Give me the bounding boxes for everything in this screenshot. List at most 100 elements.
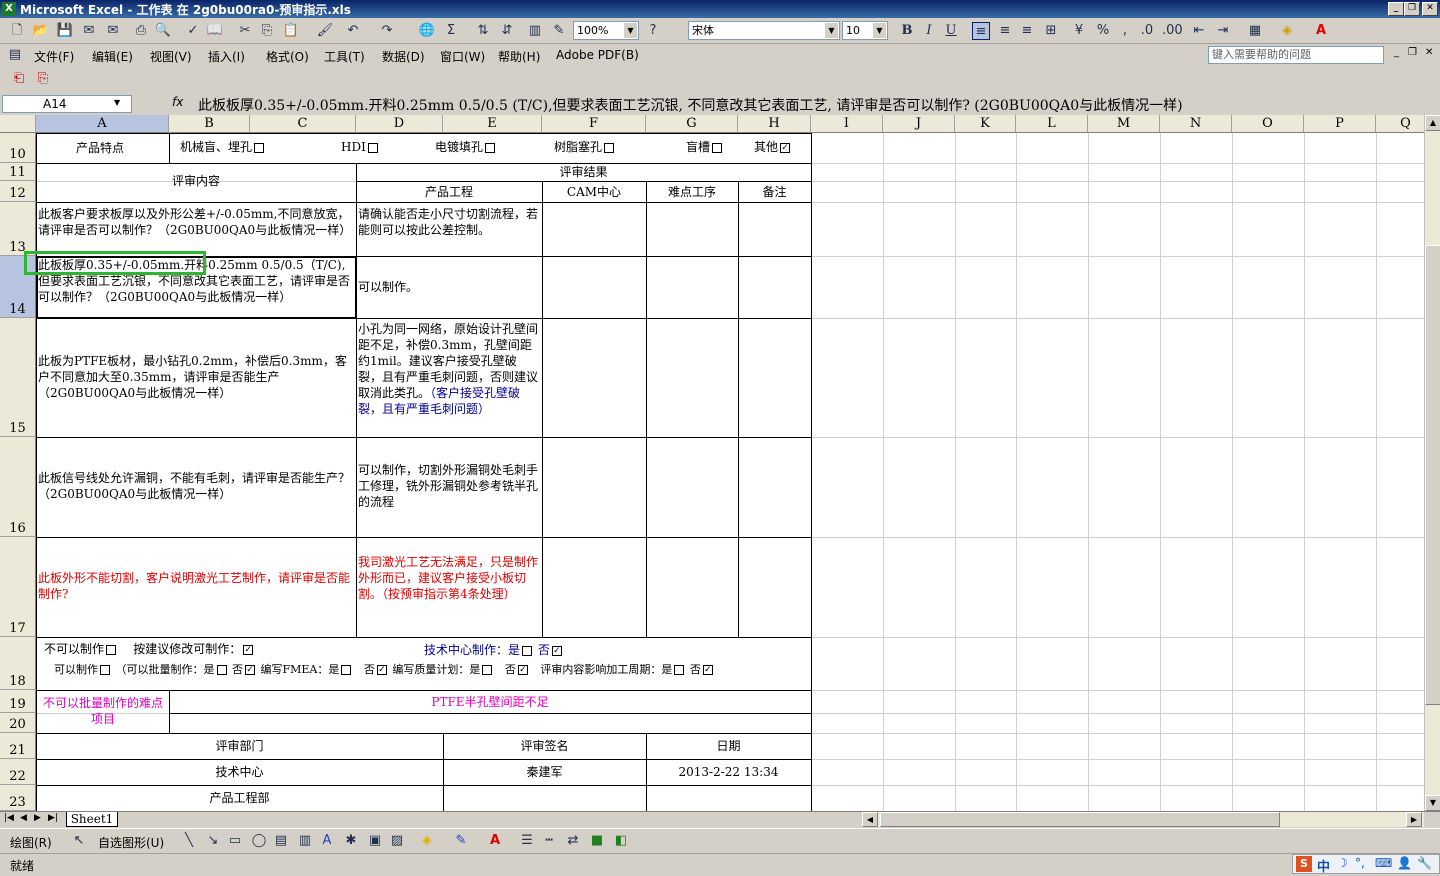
minimize-button[interactable]: _ (1388, 2, 1404, 16)
function-icon[interactable]: fx (172, 95, 183, 109)
menu-insert[interactable]: 插入(I) (208, 48, 245, 65)
menu-edit[interactable]: 编辑(E) (92, 48, 133, 65)
save-icon[interactable]: 💾 (56, 22, 74, 40)
checkbox-plating-fill[interactable] (485, 142, 496, 153)
menu-window[interactable]: 窗口(W) (440, 48, 485, 65)
checkbox-tech-no[interactable]: ✓ (551, 645, 562, 656)
font-color-icon[interactable]: A (1312, 22, 1330, 40)
comma-icon[interactable]: , (1116, 22, 1134, 40)
doc-minimize-button[interactable]: _ (1394, 47, 1399, 58)
row-header-22[interactable]: 22 (0, 759, 36, 785)
checkbox-qp-no[interactable]: ✓ (517, 665, 528, 675)
checkbox-cycle-no[interactable]: ✓ (702, 665, 713, 675)
align-left-icon[interactable]: ≡ (972, 22, 990, 40)
scroll-right-icon[interactable]: ▶ (1406, 812, 1422, 827)
checkbox-mechanical[interactable] (254, 142, 265, 153)
row-header-17[interactable]: 17 (0, 537, 36, 637)
row-header-10[interactable]: 10 (0, 133, 36, 163)
cell-A13[interactable]: 此板客户要求板厚以及外形公差+/-0.05mm,不同意放宽，请评审是否可以制作？… (38, 206, 352, 254)
checkbox-cannot-make[interactable] (106, 644, 117, 655)
restore-button[interactable]: ❐ (1404, 2, 1420, 16)
next-sheet-icon[interactable]: ▶ (34, 813, 41, 823)
row-header-20[interactable]: 20 (0, 713, 36, 733)
ime-settings-icon[interactable]: 🔧 (1417, 856, 1432, 870)
ime-toolbar[interactable]: S 中 ☽ °, ⌨ 👤 🔧 (1292, 854, 1440, 875)
chevron-down-icon[interactable]: ▼ (114, 98, 120, 107)
cell-D13[interactable]: 请确认能否走小尺寸切割流程，若能则可以按此公差控制。 (358, 206, 538, 254)
line-icon[interactable]: ╲ (180, 832, 198, 850)
vertical-scrollbar[interactable]: ▲ ▼ (1424, 115, 1440, 811)
menu-view[interactable]: 视图(V) (150, 48, 192, 65)
decrease-indent-icon[interactable]: ⇤ (1190, 22, 1208, 40)
cell-D15[interactable]: 小孔为同一网络，原始设计孔壁间距不足，补偿0.3mm，孔壁间距约1mil。建议客… (358, 321, 540, 435)
col-header-Q[interactable]: Q (1376, 115, 1424, 133)
merge-center-icon[interactable]: ⊞ (1042, 22, 1060, 40)
help-search-input[interactable]: 键入需要帮助的问题 (1208, 46, 1384, 64)
font-color-icon[interactable]: A (486, 832, 504, 850)
menu-data[interactable]: 数据(D) (382, 48, 425, 65)
cell-D16[interactable]: 可以制作，切割外形漏铜处毛刺手工修理，铣外形漏铜处参考铣半孔的流程 (358, 462, 538, 510)
drawing-icon[interactable]: ✎ (550, 22, 568, 40)
horizontal-scrollbar[interactable]: ◀ ▶ (862, 812, 1424, 827)
col-header-J[interactable]: J (883, 115, 955, 133)
3d-icon[interactable]: ◧ (612, 832, 630, 850)
col-header-M[interactable]: M (1088, 115, 1160, 133)
row-header-12[interactable]: 12 (0, 181, 36, 202)
checkbox-batch-yes[interactable] (216, 665, 227, 675)
font-size-select[interactable]: 10 ▼ (842, 21, 888, 40)
underline-icon[interactable]: U (942, 22, 960, 40)
formula-input[interactable]: 此板板厚0.35+/-0.05mm.开料0.25mm 0.5/0.5 (T/C)… (198, 95, 1183, 115)
new-icon[interactable]: 🗋 (8, 22, 26, 40)
sheet-tab-sheet1[interactable]: Sheet1 (66, 812, 118, 827)
checkbox-hdi[interactable] (367, 142, 378, 153)
checkbox-resin-plug[interactable] (604, 142, 615, 153)
help-icon[interactable]: ? (644, 22, 662, 40)
prev-sheet-icon[interactable]: ◀ (20, 813, 27, 823)
fill-color-icon[interactable]: ◈ (418, 832, 436, 850)
diagram-icon[interactable]: ✱ (342, 832, 360, 850)
ime-user-icon[interactable]: 👤 (1397, 856, 1412, 870)
print-preview-icon[interactable]: 🔍 (154, 22, 172, 40)
redo-icon[interactable]: ↷ (378, 22, 396, 40)
row-header-23[interactable]: 23 (0, 785, 36, 811)
col-header-L[interactable]: L (1016, 115, 1088, 133)
ime-language[interactable]: 中 (1317, 856, 1330, 875)
col-header-F[interactable]: F (542, 115, 646, 133)
col-header-O[interactable]: O (1232, 115, 1304, 133)
checkbox-other[interactable]: ✓ (780, 142, 791, 153)
col-header-D[interactable]: D (356, 115, 443, 133)
decrease-decimal-icon[interactable]: .00 (1162, 22, 1183, 40)
percent-icon[interactable]: % (1094, 22, 1112, 40)
cell-D14[interactable]: 可以制作。 (358, 279, 418, 295)
menu-tools[interactable]: 工具(T) (324, 48, 365, 65)
ime-punct-icon[interactable]: °, (1355, 856, 1365, 870)
cell-E22[interactable]: 秦建军 (443, 764, 646, 780)
checkbox-fmea-no[interactable]: ✓ (376, 665, 387, 675)
col-header-B[interactable]: B (169, 115, 250, 133)
col-header-P[interactable]: P (1304, 115, 1376, 133)
pdf-email-icon[interactable]: ⎘ (34, 70, 52, 88)
checkbox-blind-slot[interactable] (712, 142, 723, 153)
row-header-19[interactable]: 19 (0, 690, 36, 713)
draw-menu[interactable]: 绘图(R) (10, 834, 52, 851)
arrow-icon[interactable]: ↘ (204, 832, 222, 850)
align-right-icon[interactable]: ≡ (1018, 22, 1036, 40)
autoshapes-menu[interactable]: 自选图形(U) (98, 834, 164, 851)
row-header-21[interactable]: 21 (0, 733, 36, 759)
dash-style-icon[interactable]: ┅ (540, 832, 558, 850)
cell-A16[interactable]: 此板信号线处允许漏铜，不能有毛刺，请评审是否能生产？（2G0BU00QA0与此板… (38, 470, 352, 502)
scroll-down-icon[interactable]: ▼ (1425, 795, 1440, 811)
undo-icon[interactable]: ↶ (344, 22, 362, 40)
select-objects-icon[interactable]: ↖ (70, 832, 88, 850)
col-header-K[interactable]: K (955, 115, 1016, 133)
name-box[interactable]: A14 (2, 95, 132, 113)
col-header-G[interactable]: G (646, 115, 738, 133)
scroll-up-icon[interactable]: ▲ (1425, 115, 1440, 131)
cell-A15[interactable]: 此板为PTFE板材，最小钻孔0.2mm，补偿后0.3mm，客户不同意加大至0.3… (38, 353, 352, 401)
currency-icon[interactable]: ¥ (1070, 22, 1088, 40)
fill-color-icon[interactable]: ◈ (1278, 22, 1296, 40)
cell-D17[interactable]: 我司激光工艺无法满足，只是制作外形而已，建议客户接受小板切割。（按预审指示第4条… (358, 554, 538, 602)
line-style-icon[interactable]: ☰ (518, 832, 536, 850)
cell-G22[interactable]: 2013-2-22 13:34 (646, 764, 811, 780)
worksheet-grid[interactable]: A B C D E F G H I J K L M N O P Q 10 11 … (0, 115, 1424, 811)
